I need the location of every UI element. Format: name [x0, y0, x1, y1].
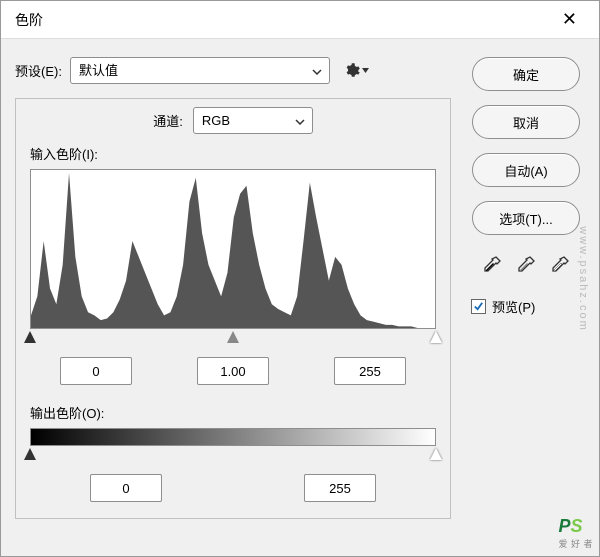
preset-label: 预设(E): — [15, 61, 62, 80]
input-slider[interactable] — [30, 331, 436, 349]
cancel-button[interactable]: 取消 — [472, 105, 580, 139]
titlebar: 色阶 ✕ — [1, 1, 599, 39]
channel-label: 通道: — [153, 111, 183, 130]
eyedropper-icon — [516, 255, 536, 275]
options-button[interactable]: 选项(T)... — [472, 201, 580, 235]
levels-group: 通道: RGB 输入色阶(I): — [15, 98, 451, 519]
histogram — [30, 169, 436, 329]
midtone-slider-handle[interactable] — [227, 331, 239, 343]
black-point-eyedropper[interactable] — [480, 253, 504, 277]
input-midtone-field[interactable] — [197, 357, 269, 385]
output-shadow-handle[interactable] — [24, 448, 36, 460]
preset-dropdown[interactable]: 默认值 — [70, 57, 330, 84]
highlight-slider-handle[interactable] — [430, 331, 442, 343]
channel-dropdown[interactable]: RGB — [193, 107, 313, 134]
output-shadow-field[interactable] — [90, 474, 162, 502]
preview-checkbox[interactable] — [471, 299, 486, 314]
auto-button[interactable]: 自动(A) — [472, 153, 580, 187]
input-highlight-field[interactable] — [334, 357, 406, 385]
output-levels-label: 输出色阶(O): — [30, 403, 436, 422]
output-gradient — [30, 428, 436, 446]
chevron-down-icon — [362, 68, 369, 73]
levels-dialog: 色阶 ✕ 预设(E): 默认值 — [0, 0, 600, 557]
ok-button[interactable]: 确定 — [472, 57, 580, 91]
check-icon — [473, 301, 484, 312]
output-highlight-field[interactable] — [304, 474, 376, 502]
watermark-url: www.psahz.com — [577, 226, 589, 331]
input-shadow-field[interactable] — [60, 357, 132, 385]
watermark-logo: PS 爱 好 者 — [558, 516, 593, 550]
eyedropper-icon — [482, 255, 502, 275]
preset-menu-button[interactable] — [344, 63, 369, 79]
output-highlight-handle[interactable] — [430, 448, 442, 460]
dialog-title: 色阶 — [15, 10, 43, 30]
close-icon[interactable]: ✕ — [554, 5, 585, 34]
output-slider[interactable] — [30, 448, 436, 466]
preview-label: 预览(P) — [492, 297, 535, 316]
white-point-eyedropper[interactable] — [548, 253, 572, 277]
eyedropper-icon — [550, 255, 570, 275]
shadow-slider-handle[interactable] — [24, 331, 36, 343]
gear-icon — [344, 63, 360, 79]
gray-point-eyedropper[interactable] — [514, 253, 538, 277]
input-levels-label: 输入色阶(I): — [30, 144, 436, 163]
